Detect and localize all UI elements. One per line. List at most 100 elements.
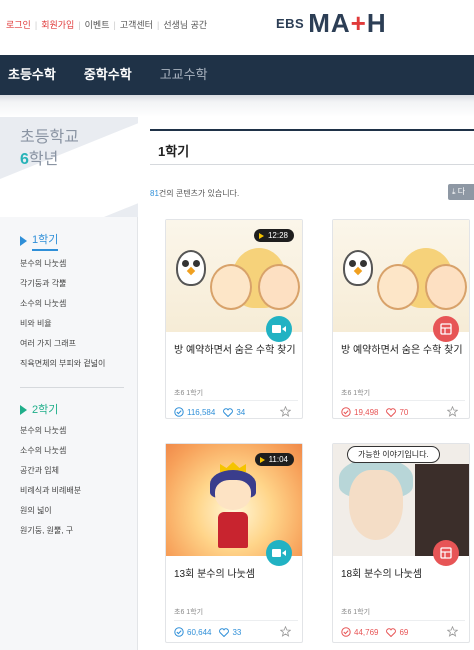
download-button[interactable]: ⤓ 다 [448,184,474,200]
utility-links: 로그인 | 회원가입 | 이벤트 | 고객센터 | 선생님 공간 [6,18,207,31]
view-check-icon [341,627,351,637]
girl-character [377,264,419,310]
thumbnail[interactable]: 11:04 [166,444,302,556]
divider: | [156,19,160,30]
like-count[interactable]: 69 [386,628,408,637]
ebs-math-logo[interactable]: EBS MA+H [276,8,387,38]
heart-icon [223,407,234,417]
card-stats: 19,498 70 [341,406,465,417]
grade-label: 6학년 [20,151,59,168]
star-icon[interactable] [447,626,458,637]
section-header: 1학기 [150,129,474,165]
heart-icon [386,407,397,417]
webtoon-icon [440,323,452,335]
topic-item[interactable]: 각기둥과 각뿔 [20,274,105,294]
content-area: 1학기 81건의 콘텐츠가 있습니다. ⤓ 다 12:28 방 예약하면서 숨은… [150,117,474,650]
school-level: 초등학교 [20,129,79,146]
duration-badge: 11:04 [254,453,294,466]
thumbnail[interactable]: 12:28 [166,220,302,332]
logo-main: MA+H [308,7,387,38]
duration-badge: 12:28 [253,229,294,242]
play-icon [259,456,265,463]
divider [174,400,298,401]
card-title[interactable]: 방 예약하면서 숨은 수학 찾기 [341,344,465,357]
card-grade: 초6 1학기 [174,609,204,616]
divider: | [78,19,81,30]
girl-character [425,264,467,310]
triangle-icon [20,405,27,415]
content-card[interactable]: 12:28 방 예약하면서 숨은 수학 찾기 초6 1학기 116,584 34 [165,219,303,419]
topic-item[interactable]: 여러 가지 그래프 [20,334,105,354]
video-type-button[interactable] [266,316,292,342]
like-count[interactable]: 33 [219,628,241,637]
divider: | [113,19,116,30]
owl-character [176,250,206,286]
video-icon [272,549,286,557]
view-count: 60,644 [174,627,211,637]
content-card[interactable]: 방 예약하면서 숨은 수학 찾기 초6 1학기 19,498 70 [332,219,470,419]
logo-prefix: EBS [276,15,305,31]
manga-character [349,470,403,540]
topic-item[interactable]: 소수의 나눗셈 [20,441,81,461]
event-link[interactable]: 이벤트 [85,18,110,31]
divider [341,620,465,621]
topic-item[interactable]: 분수의 나눗셈 [20,254,105,274]
view-check-icon [174,627,184,637]
nav-high[interactable]: 고교수학 [146,55,222,95]
semester-1-heading[interactable]: 1학기 [20,231,59,251]
owl-character [343,250,373,286]
video-type-button[interactable] [266,540,292,566]
like-count[interactable]: 34 [223,408,245,417]
thumbnail[interactable] [333,220,469,332]
nav-elementary[interactable]: 초등수학 [0,55,70,95]
grade-banner: +× 초등학교 6학년 [0,117,138,217]
topic-item[interactable]: 비례식과 비례배분 [20,481,81,501]
card-grade: 초6 1학기 [341,390,371,397]
topic-item[interactable]: 비와 비율 [20,314,105,334]
semester-2-topics: 분수의 나눗셈 소수의 나눗셈 공간과 입체 비례식과 비례배분 원의 넓이 원… [20,421,81,541]
content-card[interactable]: 11:04 13회 분수의 나눗셈 초6 1학기 60,644 33 [165,443,303,643]
star-icon[interactable] [447,406,458,417]
card-stats: 60,644 33 [174,626,298,637]
topic-item[interactable]: 원기둥, 원뿔, 구 [20,521,81,541]
star-icon[interactable] [280,406,291,417]
semester-2-heading[interactable]: 2학기 [20,401,58,419]
view-count: 44,769 [341,627,378,637]
girl-character [258,264,300,310]
topic-item[interactable]: 직육면체의 부피와 겉넓이 [20,354,105,374]
divider [20,387,124,388]
topic-item[interactable]: 원의 넓이 [20,501,81,521]
topic-item[interactable]: 소수의 나눗셈 [20,294,105,314]
top-bar: 로그인 | 회원가입 | 이벤트 | 고객센터 | 선생님 공간 EBS MA+… [0,0,474,55]
divider: | [34,19,38,30]
signup-link[interactable]: 회원가입 [41,18,74,31]
king-character [206,462,260,550]
video-icon [272,325,286,333]
content-count: 81건의 콘텐츠가 있습니다. [150,189,240,198]
card-title[interactable]: 18회 분수의 나눗셈 [341,568,465,581]
heart-icon [386,627,397,637]
topic-item[interactable]: 분수의 나눗셈 [20,421,81,441]
nav-middle[interactable]: 중학수학 [70,55,146,95]
triangle-icon [20,236,27,246]
support-link[interactable]: 고객센터 [120,18,153,31]
webtoon-icon [440,547,452,559]
star-icon[interactable] [280,626,291,637]
main-nav: 초등수학 중학수학 고교수학 [0,55,474,95]
teacher-space-link[interactable]: 선생님 공간 [163,18,207,31]
webtoon-type-button[interactable] [433,540,459,566]
login-link[interactable]: 로그인 [6,18,31,31]
card-title[interactable]: 방 예약하면서 숨은 수학 찾기 [174,344,298,357]
sidebar: +× 초등학교 6학년 1학기 분수의 나눗셈 각기둥과 각뿔 소수의 나눗셈 … [0,117,138,650]
card-title[interactable]: 13회 분수의 나눗셈 [174,568,298,581]
webtoon-type-button[interactable] [433,316,459,342]
view-count: 19,498 [341,407,378,417]
like-count[interactable]: 70 [386,408,408,417]
view-count: 116,584 [174,407,215,417]
thumbnail[interactable]: 가능한 이야기입니다. [333,444,469,556]
card-grade: 초6 1학기 [174,390,204,397]
content-card[interactable]: 가능한 이야기입니다. 18회 분수의 나눗셈 초6 1학기 44,769 69 [332,443,470,643]
topic-item[interactable]: 공간과 입체 [20,461,81,481]
divider [341,400,465,401]
speech-bubble: 가능한 이야기입니다. [347,446,440,463]
